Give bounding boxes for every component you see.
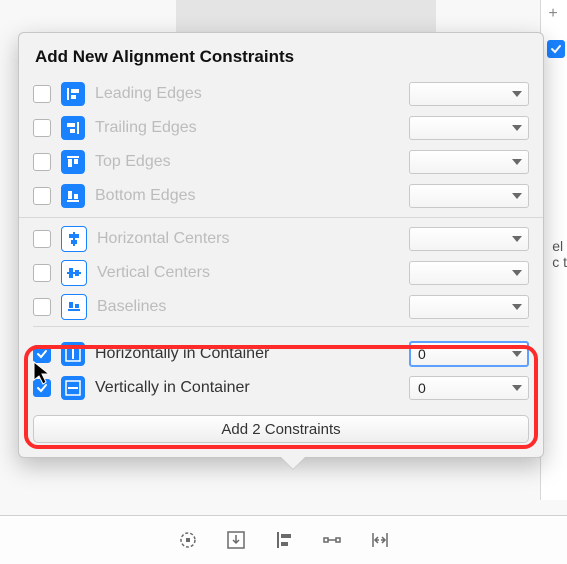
align-hcenters-icon [61, 226, 87, 252]
canvas-toolbar [0, 515, 567, 564]
popover-title: Add New Alignment Constraints [35, 47, 529, 67]
row-trailing-edges: Trailing Edges [33, 111, 529, 145]
label-bottom-edges: Bottom Edges [95, 187, 409, 205]
value-baselines[interactable] [409, 295, 529, 319]
row-vertical-centers: Vertical Centers [33, 256, 529, 290]
row-bottom-edges: Bottom Edges [33, 179, 529, 213]
value-vertically-in-container[interactable]: 0 [409, 376, 529, 400]
align-vcenters-icon [61, 260, 87, 286]
alignment-constraints-popover: Add New Alignment Constraints Leading Ed… [18, 32, 544, 458]
value-top-edges[interactable] [409, 150, 529, 174]
chevron-down-icon [512, 91, 522, 97]
label-horizontal-centers: Horizontal Centers [97, 230, 409, 248]
separator [19, 217, 543, 218]
row-top-edges: Top Edges [33, 145, 529, 179]
row-baselines: Baselines [33, 290, 529, 327]
group-centers: Horizontal Centers Vertical Centers Base… [33, 222, 529, 327]
center-horizontally-icon [61, 342, 85, 366]
value-horizontal-centers[interactable] [409, 227, 529, 251]
align-leading-icon [61, 82, 85, 106]
chevron-down-icon [512, 159, 522, 165]
chevron-down-icon [512, 385, 522, 391]
checkbox-horizontal-centers[interactable] [33, 230, 51, 248]
update-frames-icon[interactable] [175, 527, 201, 553]
align-trailing-icon [61, 116, 85, 140]
value-vertical-centers[interactable] [409, 261, 529, 285]
chevron-down-icon [512, 193, 522, 199]
chevron-down-icon [512, 351, 522, 357]
checkbox-trailing-edges[interactable] [33, 119, 51, 137]
checkbox-leading-edges[interactable] [33, 85, 51, 103]
row-horizontally-in-container: Horizontally in Container 0 [33, 337, 529, 371]
value-trailing-edges[interactable] [409, 116, 529, 140]
checkbox-horizontally-in-container[interactable] [33, 345, 51, 363]
row-leading-edges: Leading Edges [33, 77, 529, 111]
label-horizontally-in-container: Horizontally in Container [95, 345, 409, 363]
value-leading-edges[interactable] [409, 82, 529, 106]
value-horizontally-in-container[interactable]: 0 [409, 341, 529, 367]
row-horizontal-centers: Horizontal Centers [33, 222, 529, 256]
chevron-down-icon [512, 270, 522, 276]
plus-icon[interactable]: + [545, 6, 561, 22]
pin-tool-icon[interactable] [319, 527, 345, 553]
embed-in-icon[interactable] [223, 527, 249, 553]
row-vertically-in-container: Vertically in Container 0 [33, 371, 529, 405]
value-bottom-edges[interactable] [409, 184, 529, 208]
label-vertically-in-container: Vertically in Container [95, 379, 409, 397]
align-baselines-icon [61, 294, 87, 320]
group-container: Horizontally in Container 0 Vertically i… [33, 331, 529, 405]
chevron-down-icon [512, 304, 522, 310]
align-bottom-icon [61, 184, 85, 208]
background-checkbox[interactable] [547, 40, 563, 56]
align-tool-icon[interactable] [271, 527, 297, 553]
checkbox-bottom-edges[interactable] [33, 187, 51, 205]
checkbox-top-edges[interactable] [33, 153, 51, 171]
chevron-down-icon [512, 125, 522, 131]
chevron-down-icon [512, 236, 522, 242]
center-vertically-icon [61, 376, 85, 400]
label-leading-edges: Leading Edges [95, 85, 409, 103]
add-constraints-button[interactable]: Add 2 Constraints [33, 415, 529, 443]
truncated-inspector-text: el c t [552, 238, 567, 270]
label-baselines: Baselines [97, 298, 409, 316]
align-top-icon [61, 150, 85, 174]
label-vertical-centers: Vertical Centers [97, 264, 409, 282]
checkbox-vertical-centers[interactable] [33, 264, 51, 282]
label-trailing-edges: Trailing Edges [95, 119, 409, 137]
resolve-issues-icon[interactable] [367, 527, 393, 553]
checkbox-baselines[interactable] [33, 298, 51, 316]
group-edges: Leading Edges Trailing Edges Top Edges [33, 77, 529, 213]
label-top-edges: Top Edges [95, 153, 409, 171]
checkbox-vertically-in-container[interactable] [33, 379, 51, 397]
